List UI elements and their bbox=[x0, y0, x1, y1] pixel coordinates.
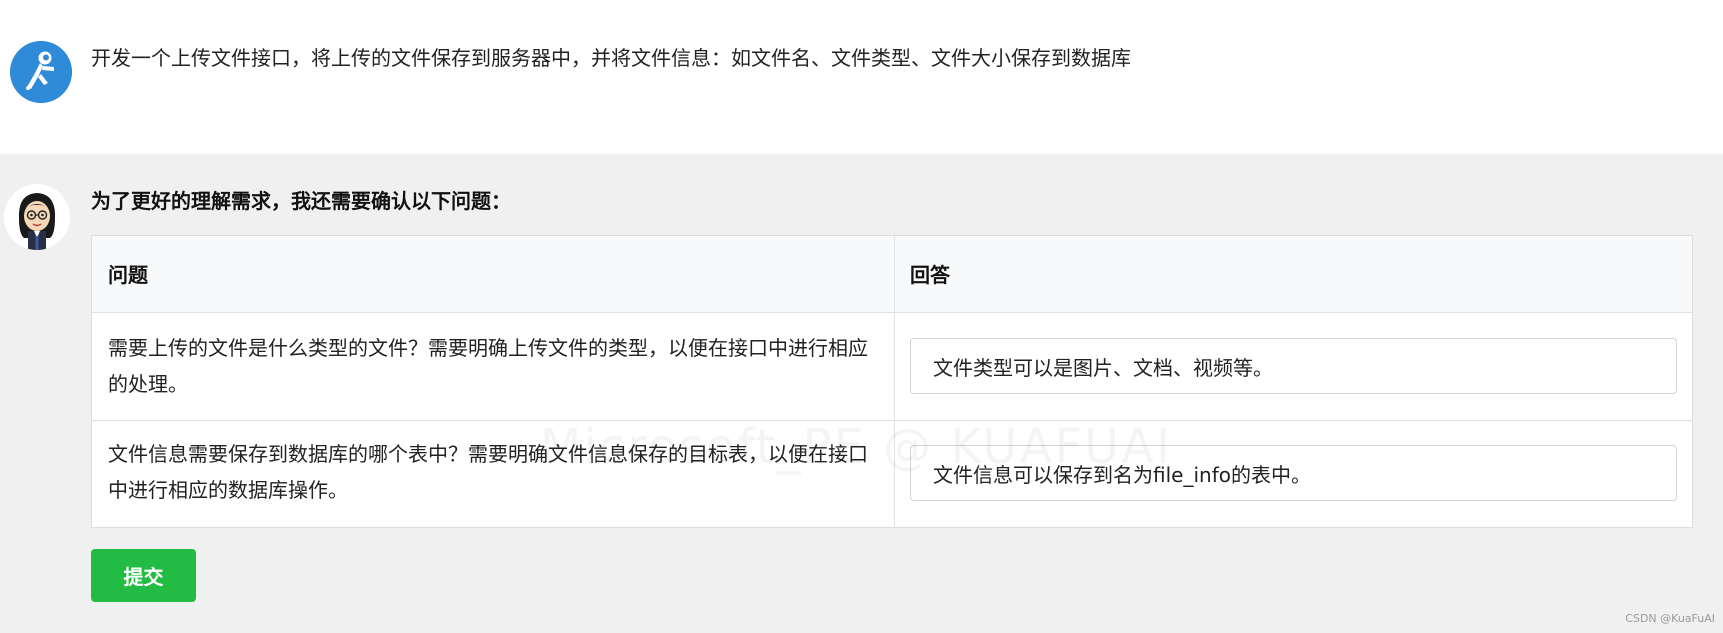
assistant-response-section: 为了更好的理解需求，我还需要确认以下问题： 问题 回答 需要上传的文件是什么类型… bbox=[0, 154, 1723, 633]
table-row: 文件信息需要保存到数据库的哪个表中？需要明确文件信息保存的目标表，以便在接口中进… bbox=[92, 421, 1692, 527]
submit-button[interactable]: 提交 bbox=[91, 549, 196, 602]
user-message-text: 开发一个上传文件接口，将上传的文件保存到服务器中，并将文件信息：如文件名、文件类… bbox=[91, 46, 1131, 70]
column-divider bbox=[894, 421, 895, 527]
question-cell: 需要上传的文件是什么类型的文件？需要明确上传文件的类型，以便在接口中进行相应的处… bbox=[108, 336, 868, 396]
astronaut-icon bbox=[10, 41, 72, 103]
column-divider bbox=[894, 236, 895, 312]
footer-credit: CSDN @KuaFuAI bbox=[1625, 612, 1715, 625]
answer-input[interactable] bbox=[910, 338, 1677, 394]
user-message-section: 开发一个上传文件接口，将上传的文件保存到服务器中，并将文件信息：如文件名、文件类… bbox=[0, 0, 1723, 154]
answer-column-header: 回答 bbox=[910, 263, 950, 287]
question-column-header: 问题 bbox=[108, 263, 148, 287]
cartoon-woman-avatar bbox=[4, 184, 70, 250]
table-header-row: 问题 回答 bbox=[92, 236, 1692, 313]
answer-input[interactable] bbox=[910, 445, 1677, 501]
table-row: 需要上传的文件是什么类型的文件？需要明确上传文件的类型，以便在接口中进行相应的处… bbox=[92, 313, 1692, 421]
question-cell: 文件信息需要保存到数据库的哪个表中？需要明确文件信息保存的目标表，以便在接口中进… bbox=[108, 442, 868, 502]
column-divider bbox=[894, 313, 895, 420]
clarification-prompt: 为了更好的理解需求，我还需要确认以下问题： bbox=[91, 189, 511, 213]
question-answer-table: 问题 回答 需要上传的文件是什么类型的文件？需要明确上传文件的类型，以便在接口中… bbox=[91, 235, 1693, 528]
